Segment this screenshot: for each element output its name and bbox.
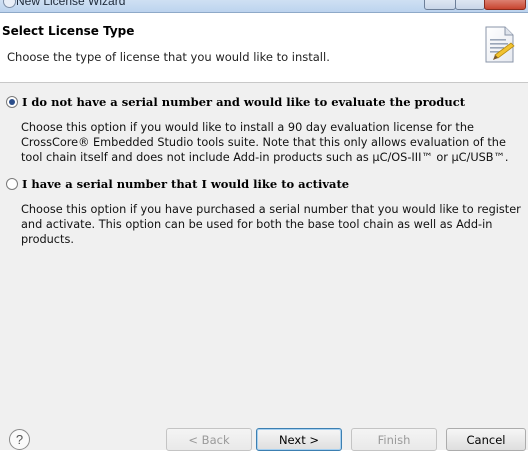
next-button[interactable]: Next > [256, 428, 342, 451]
activate-option-label[interactable]: I have a serial number that I would like… [22, 177, 349, 191]
wizard-footer: ? < Back Next > Finish Cancel [0, 410, 528, 451]
evaluate-option-label[interactable]: I do not have a serial number and would … [22, 95, 465, 109]
close-window-button[interactable] [484, 0, 526, 10]
finish-button[interactable]: Finish [351, 428, 437, 451]
app-icon [3, 0, 16, 8]
minimize-button[interactable] [424, 0, 456, 10]
evaluate-option-description: Choose this option if you would like to … [21, 121, 509, 164]
title-bar: New License Wizard [0, 0, 528, 13]
activate-option-description: Choose this option if you have purchased… [21, 203, 521, 246]
radio-unselected-icon[interactable] [6, 178, 18, 190]
radio-selected-icon[interactable] [6, 96, 18, 108]
page-description: Choose the type of license that you woul… [7, 50, 330, 64]
license-document-icon [485, 26, 515, 63]
cancel-button[interactable]: Cancel [446, 428, 526, 451]
window-title: New License Wizard [16, 0, 126, 8]
help-icon[interactable]: ? [9, 429, 30, 450]
wizard-content: I do not have a serial number and would … [0, 83, 528, 410]
maximize-button[interactable] [455, 0, 485, 10]
evaluate-option-radio[interactable]: I do not have a serial number and would … [6, 95, 465, 109]
activate-option-radio[interactable]: I have a serial number that I would like… [6, 177, 349, 191]
back-button[interactable]: < Back [166, 428, 252, 451]
page-title: Select License Type [2, 24, 135, 38]
wizard-header: Select License Type Choose the type of l… [0, 13, 528, 83]
